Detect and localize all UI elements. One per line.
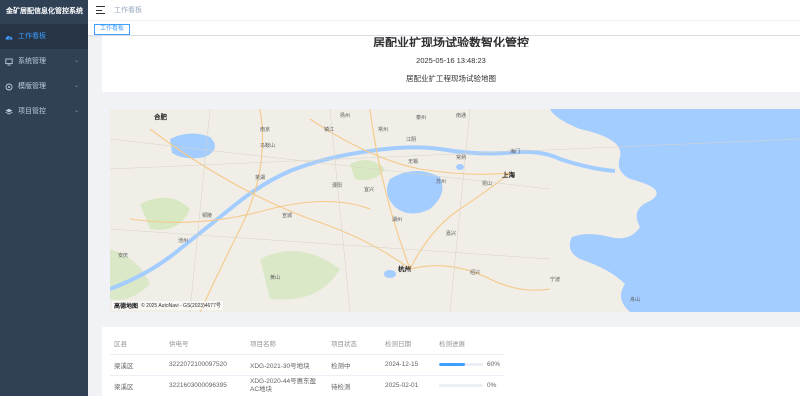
cell-name: XDG-2021-30号地块 bbox=[246, 354, 327, 376]
chevron-down-icon: ⌄ bbox=[73, 108, 79, 114]
map-city-yangzhou: 扬州 bbox=[340, 112, 350, 119]
map-city-xuancheng: 宣城 bbox=[282, 212, 292, 219]
sidebar-item-templates[interactable]: 模版管理 ⌄ bbox=[0, 74, 88, 99]
map-city-tongling: 铜陵 bbox=[202, 212, 212, 219]
cell-district: 梁溪区 bbox=[110, 354, 165, 376]
breadcrumb: 工作看板 bbox=[114, 7, 142, 14]
progress-label: 60% bbox=[487, 361, 501, 368]
map-city-nanjing: 南京 bbox=[260, 126, 270, 133]
progress-bar bbox=[439, 384, 483, 387]
map-canvas[interactable]: 合肥 上海 杭州 常州 无锡 苏州 南通 湖州 嘉兴 芜湖 马鞍山 铜陵 安庆 … bbox=[110, 109, 800, 312]
map-city-zhoushan: 舟山 bbox=[630, 296, 640, 303]
map-city-shanghai: 上海 bbox=[502, 170, 516, 179]
table-header-row: 区县 供电号 项目名称 项目状态 检测日期 检测进展 bbox=[110, 333, 505, 355]
tag-dashboard[interactable]: 工作看板 bbox=[94, 24, 131, 35]
cell-date: 2025-02-01 bbox=[381, 375, 435, 396]
sidebar-item-label: 项目管控 bbox=[18, 108, 46, 115]
dashboard-icon bbox=[5, 33, 13, 41]
table-row[interactable]: 梁溪区 3222072100097520 XDG-2021-30号地块 检测中 … bbox=[110, 354, 505, 376]
table-row[interactable]: 梁溪区 3221603000096395 XDG-2020-44号惠东盈AC地块… bbox=[110, 375, 505, 396]
title-panel: 居配业扩现场试验数智化管控 2025-05-16 13:48:23 居配业扩工程… bbox=[102, 36, 800, 92]
map-city-suzhou: 苏州 bbox=[436, 178, 446, 185]
cell-status: 检测中 bbox=[327, 354, 381, 376]
cell-number: 3222072100097520 bbox=[165, 354, 246, 376]
progress-fill bbox=[439, 363, 466, 366]
column-header-district: 区县 bbox=[110, 333, 165, 355]
map-city-hangzhou: 杭州 bbox=[398, 264, 411, 273]
cell-progress: 60% bbox=[435, 354, 505, 376]
sidebar-item-system[interactable]: 系统管理 ⌄ bbox=[0, 49, 88, 74]
chevron-down-icon: ⌄ bbox=[73, 83, 79, 89]
settings-icon bbox=[5, 83, 13, 91]
page-title: 居配业扩现场试验数智化管控 bbox=[372, 36, 529, 47]
cell-status: 待检测 bbox=[327, 375, 381, 396]
map-city-changshu: 常熟 bbox=[456, 154, 466, 161]
map-city-yixing: 宜兴 bbox=[364, 186, 374, 193]
map-city-huzhou: 湖州 bbox=[392, 216, 402, 223]
map-city-hefei: 合肥 bbox=[153, 112, 168, 121]
sidebar: 金矿居配信息化管控系统 工作看板 系统管理 ⌄ 模版管理 ⌄ 项目管控 ⌄ bbox=[0, 0, 88, 396]
map-attribution: 高德地图 © 2025 AutoNavi - GS(2023)4677号 bbox=[112, 301, 223, 310]
chevron-down-icon: ⌄ bbox=[73, 58, 79, 64]
map-view[interactable]: 合肥 上海 杭州 常州 无锡 苏州 南通 湖州 嘉兴 芜湖 马鞍山 铜陵 安庆 … bbox=[110, 109, 800, 312]
layers-icon bbox=[5, 108, 13, 116]
cell-number: 3221603000096395 bbox=[165, 375, 246, 396]
sidebar-item-projects[interactable]: 项目管控 ⌄ bbox=[0, 99, 88, 124]
column-header-date: 检测日期 bbox=[381, 333, 435, 355]
map-city-changzhou: 常州 bbox=[378, 126, 388, 133]
map-city-shaoxing: 绍兴 bbox=[470, 269, 480, 276]
sidebar-item-label: 系统管理 bbox=[18, 58, 46, 65]
cell-progress: 0% bbox=[435, 375, 505, 396]
map-city-ningbo: 宁波 bbox=[550, 276, 560, 283]
sidebar-item-label: 模版管理 bbox=[18, 83, 46, 90]
current-datetime: 2025-05-16 13:48:23 bbox=[416, 56, 486, 65]
progress-label: 0% bbox=[487, 382, 497, 389]
project-table: 区县 供电号 项目名称 项目状态 检测日期 检测进展 梁溪区 322207210… bbox=[110, 333, 505, 396]
column-header-number: 供电号 bbox=[165, 333, 246, 355]
tags-bar: 工作看板 bbox=[88, 21, 800, 36]
map-city-liyang: 溧阳 bbox=[332, 182, 342, 189]
map-city-wuxi: 无锡 bbox=[408, 158, 418, 165]
progress-bar bbox=[439, 363, 483, 366]
map-city-wuhu: 芜湖 bbox=[255, 174, 265, 181]
map-city-haimen: 海门 bbox=[510, 148, 520, 155]
map-copyright: © 2025 AutoNavi - GS(2023)4677号 bbox=[141, 303, 221, 309]
menu-toggle-icon[interactable] bbox=[96, 6, 105, 14]
map-city-taizhou: 泰州 bbox=[416, 114, 426, 121]
sidebar-item-label: 工作看板 bbox=[18, 33, 46, 40]
cell-name: XDG-2020-44号惠东盈AC地块 bbox=[246, 375, 327, 396]
map-city-anqing: 安庆 bbox=[118, 252, 128, 259]
map-city-zhenjiang: 镇江 bbox=[324, 126, 334, 133]
sidebar-item-dashboard[interactable]: 工作看板 bbox=[0, 24, 88, 49]
cell-district: 梁溪区 bbox=[110, 375, 165, 396]
app-title: 金矿居配信息化管控系统 bbox=[6, 8, 83, 15]
map-city-jiangyin: 江阴 bbox=[406, 136, 416, 143]
map-subtitle: 居配业扩工程现场试验地图 bbox=[406, 74, 496, 83]
column-header-name: 项目名称 bbox=[246, 333, 327, 355]
column-header-progress: 检测进展 bbox=[435, 333, 505, 355]
navbar: 工作看板 bbox=[88, 0, 800, 21]
column-header-status: 项目状态 bbox=[327, 333, 381, 355]
cell-date: 2024-12-15 bbox=[381, 354, 435, 376]
map-city-jiaxing: 嘉兴 bbox=[446, 230, 456, 237]
map-city-huangshan: 黄山 bbox=[270, 274, 280, 281]
map-city-nantong: 南通 bbox=[456, 112, 466, 119]
project-table-panel: 区县 供电号 项目名称 项目状态 检测日期 检测进展 梁溪区 322207210… bbox=[102, 327, 800, 396]
map-city-maanshan: 马鞍山 bbox=[260, 142, 275, 149]
map-city-chizhou: 池州 bbox=[178, 237, 188, 244]
monitor-icon bbox=[5, 58, 13, 66]
map-logo: 高德地图 bbox=[114, 304, 139, 310]
map-city-kunshan: 昆山 bbox=[482, 180, 492, 187]
